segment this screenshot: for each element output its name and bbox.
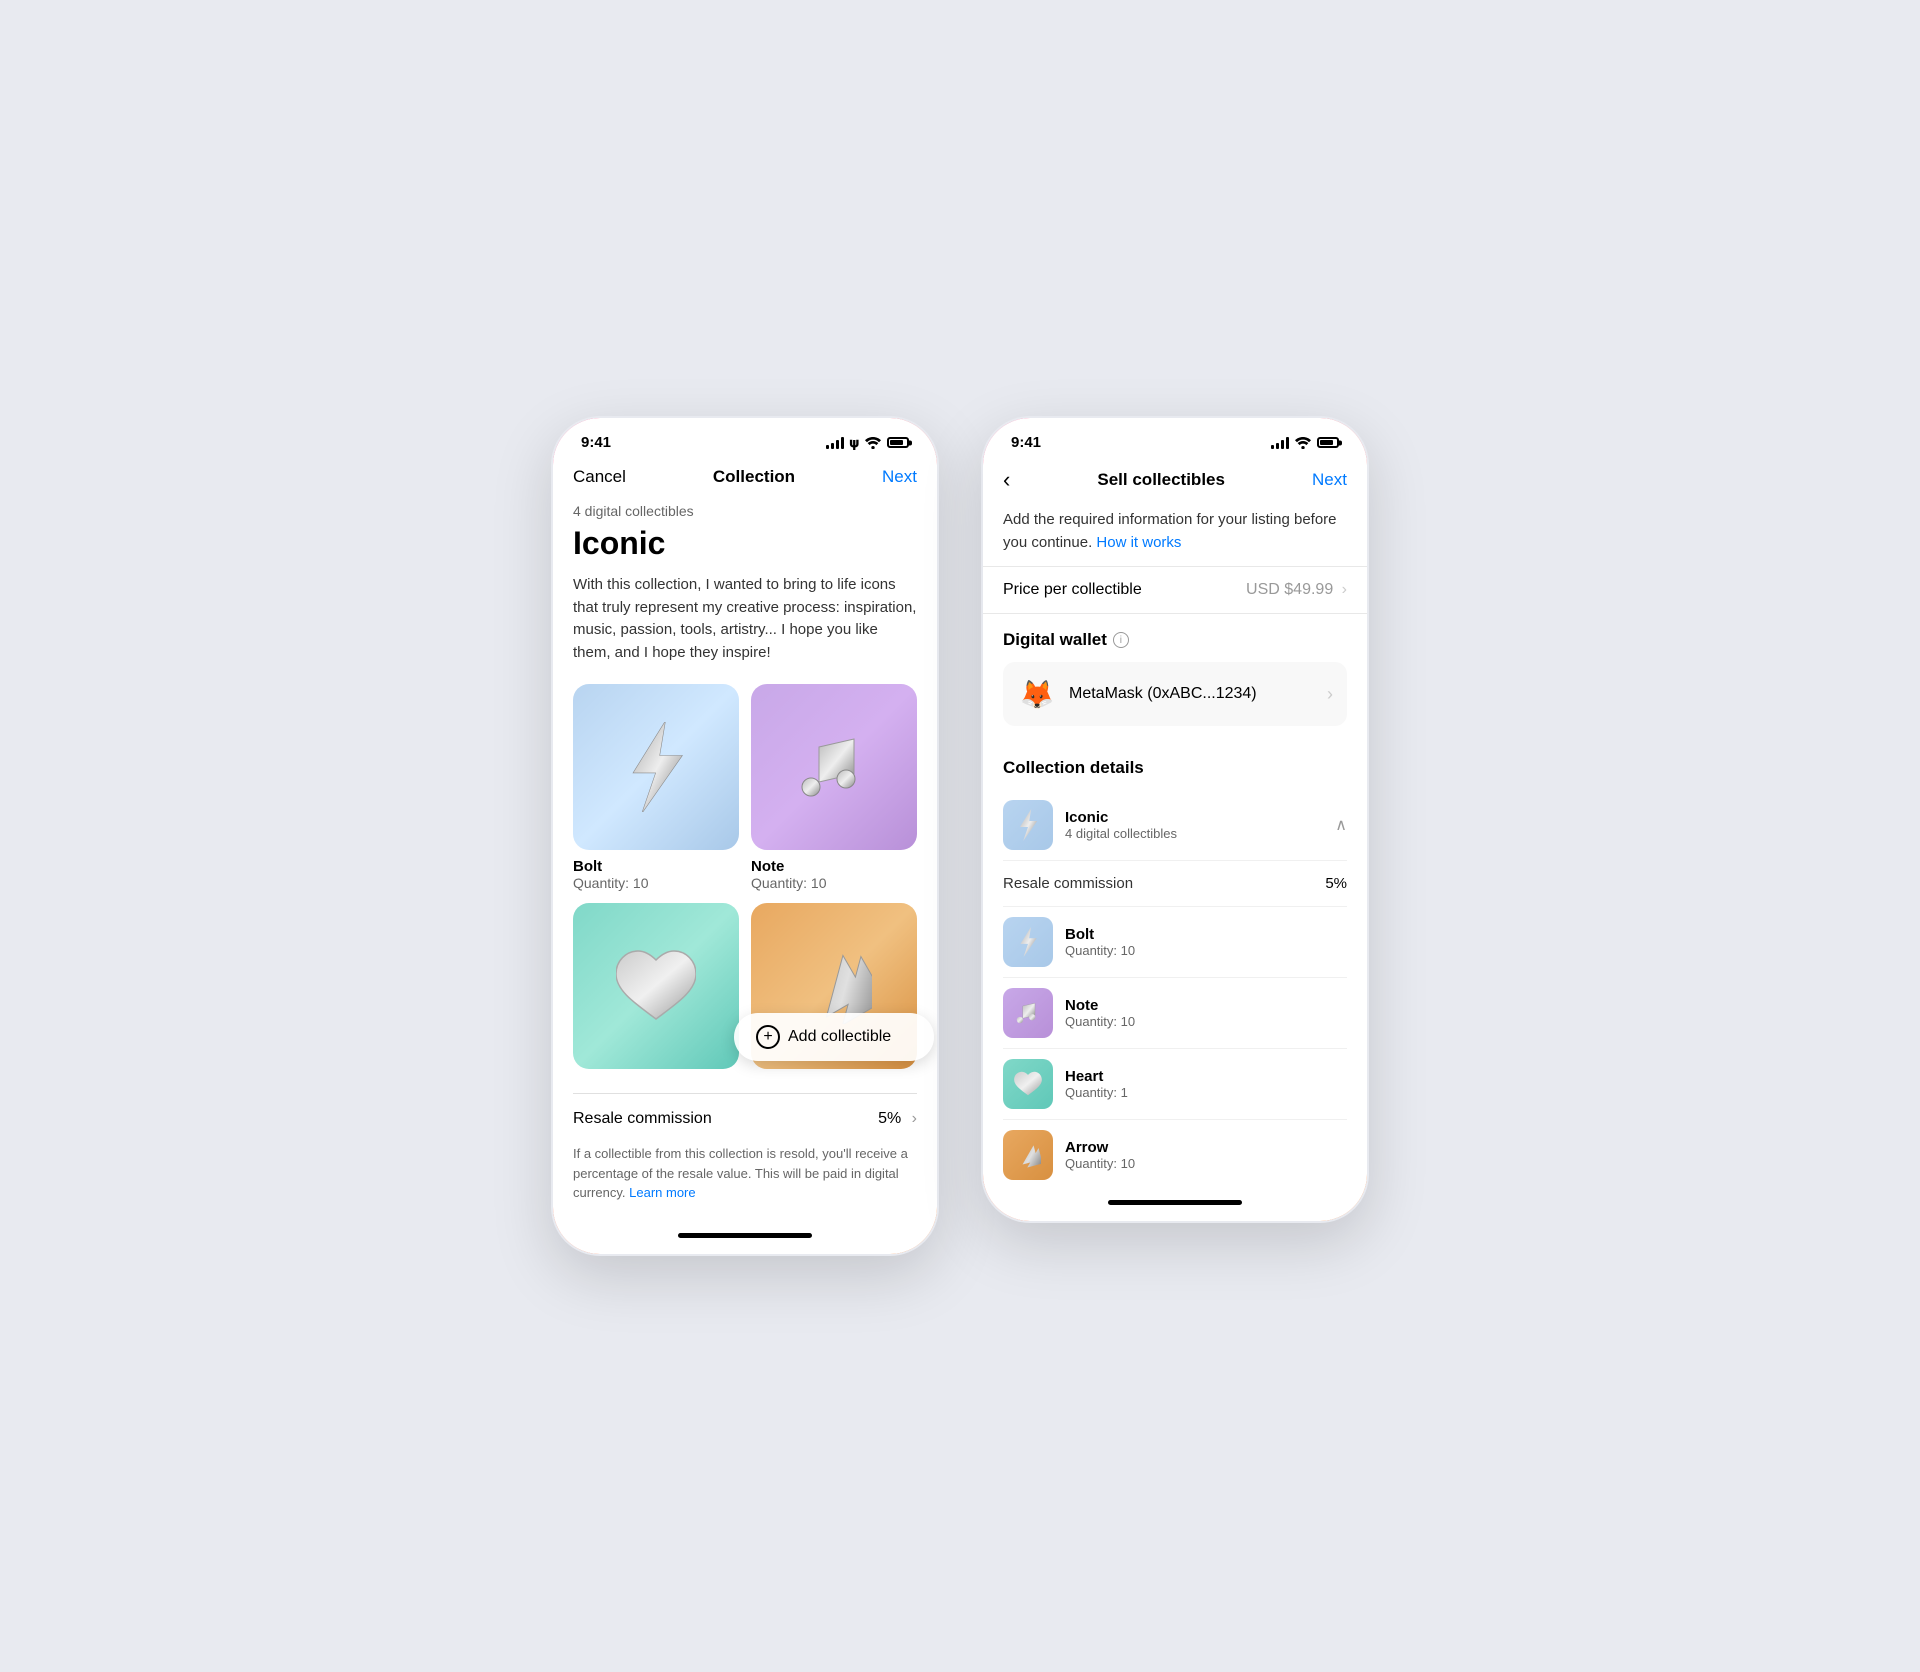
status-icons-left: 𝛙︎ <box>826 435 909 451</box>
home-indicator-left <box>678 1233 812 1238</box>
nft-info-note: Note Quantity: 10 <box>1065 997 1135 1029</box>
status-icons-right <box>1271 437 1339 449</box>
note-qty: Quantity: 10 <box>751 875 917 891</box>
price-value-group: USD $49.99 › <box>1246 581 1347 599</box>
resale-row[interactable]: Resale commission 5% › <box>573 1093 917 1144</box>
nft-item-arrow: Arrow Quantity: 10 <box>1003 1120 1347 1190</box>
cancel-button[interactable]: Cancel <box>573 467 626 487</box>
collection-description: With this collection, I wanted to bring … <box>573 574 917 664</box>
collection-title-nav: Collection <box>713 467 795 487</box>
resale-value: 5% <box>878 1110 901 1127</box>
resale-value-group: 5% › <box>878 1110 917 1128</box>
add-collectible-button[interactable]: + Add collectible <box>734 1013 934 1061</box>
collection-details-header: Collection details <box>1003 758 1347 778</box>
back-button[interactable]: ‹ <box>1003 467 1010 493</box>
nft-item-bolt: Bolt Quantity: 10 <box>1003 907 1347 978</box>
nft-info-bolt: Bolt Quantity: 10 <box>1065 926 1135 958</box>
left-phone: 9:41 𝛙︎ Cance <box>550 415 940 1257</box>
wallet-name: MetaMask (0xABC...1234) <box>1069 685 1315 703</box>
nft-thumb-arrow <box>1003 1130 1053 1180</box>
note-svg <box>794 727 874 807</box>
nft-info-arrow: Arrow Quantity: 10 <box>1065 1139 1135 1171</box>
wallet-chevron-icon: › <box>1327 684 1333 705</box>
price-chevron-icon: › <box>1342 581 1347 598</box>
note-name: Note <box>751 858 917 875</box>
nft-item-heart: Heart Quantity: 1 <box>1003 1049 1347 1120</box>
resale-label: Resale commission <box>573 1110 712 1128</box>
resale-note: If a collectible from this collection is… <box>573 1144 917 1223</box>
wifi-icon-left-svg <box>865 437 881 449</box>
iconic-collection-count: 4 digital collectibles <box>1065 826 1323 841</box>
status-bar-left: 9:41 𝛙︎ <box>553 418 937 459</box>
wallet-row[interactable]: 🦊 MetaMask (0xABC...1234) › <box>1003 662 1347 726</box>
commission-label: Resale commission <box>1003 875 1133 892</box>
info-area: Add the required information for your li… <box>983 509 1367 554</box>
bolt-svg <box>616 722 696 812</box>
learn-more-link[interactable]: Learn more <box>629 1185 695 1200</box>
nft-info-heart: Heart Quantity: 1 <box>1065 1068 1128 1100</box>
metamask-icon: 🦊 <box>1017 674 1057 714</box>
sell-title-nav: Sell collectibles <box>1097 470 1225 490</box>
commission-value: 5% <box>1325 875 1347 892</box>
battery-icon-right <box>1317 437 1339 448</box>
collectible-heart <box>573 903 739 1077</box>
status-bar-right: 9:41 <box>983 418 1367 459</box>
price-value: USD $49.99 <box>1246 581 1333 598</box>
add-circle-icon: + <box>756 1025 780 1049</box>
wallet-title-row: Digital wallet i <box>1003 630 1347 650</box>
info-icon[interactable]: i <box>1113 632 1129 648</box>
right-phone: 9:41 ‹ Sell coll <box>980 415 1370 1224</box>
add-collectible-label: Add collectible <box>788 1028 891 1046</box>
bolt-qty: Quantity: 10 <box>573 875 739 891</box>
left-phone-content: 4 digital collectibles Iconic With this … <box>553 503 937 1223</box>
nav-bar-left: Cancel Collection Next <box>553 459 937 503</box>
nft-thumb-note <box>1003 988 1053 1038</box>
how-it-works-link[interactable]: How it works <box>1096 534 1181 551</box>
bolt-image <box>573 684 739 850</box>
iconic-row[interactable]: Iconic 4 digital collectibles ∧ <box>1003 790 1347 861</box>
iconic-collection-name: Iconic <box>1065 809 1323 826</box>
commission-row: Resale commission 5% <box>1003 861 1347 907</box>
nft-item-note: Note Quantity: 10 <box>1003 978 1347 1049</box>
price-row[interactable]: Price per collectible USD $49.99 › <box>983 566 1367 614</box>
bolt-name: Bolt <box>573 858 739 875</box>
wallet-section: Digital wallet i 🦊 MetaMask (0xABC...123… <box>983 614 1367 742</box>
collection-subtitle: 4 digital collectibles <box>573 503 917 519</box>
signal-icon-right <box>1271 437 1289 449</box>
nft-thumb-bolt <box>1003 917 1053 967</box>
chevron-up-icon: ∧ <box>1335 815 1347 835</box>
wifi-icon-right-svg <box>1295 437 1311 449</box>
next-button-left[interactable]: Next <box>882 467 917 487</box>
collection-details-section: Collection details <box>983 742 1367 1190</box>
collectible-note: Note Quantity: 10 <box>751 684 917 891</box>
phones-container: 9:41 𝛙︎ Cance <box>550 415 1370 1257</box>
info-paragraph: Add the required information for your li… <box>1003 509 1347 554</box>
wallet-title-text: Digital wallet <box>1003 630 1107 650</box>
heart-image <box>573 903 739 1069</box>
home-indicator-right <box>1108 1200 1242 1205</box>
heart-svg <box>616 949 696 1024</box>
nft-thumb-heart <box>1003 1059 1053 1109</box>
time-right: 9:41 <box>1011 434 1041 451</box>
collectible-arrow-add: + Add collectible <box>751 903 917 1077</box>
signal-icon-left <box>826 437 844 449</box>
resale-chevron-icon: › <box>912 1110 917 1127</box>
note-image <box>751 684 917 850</box>
wifi-icon-left: 𝛙︎ <box>850 435 859 451</box>
next-button-right[interactable]: Next <box>1312 470 1347 490</box>
price-label: Price per collectible <box>1003 581 1142 599</box>
collectible-bolt: Bolt Quantity: 10 <box>573 684 739 891</box>
iconic-info: Iconic 4 digital collectibles <box>1065 809 1323 841</box>
iconic-thumb <box>1003 800 1053 850</box>
battery-icon-left <box>887 437 909 448</box>
collectibles-grid: Bolt Quantity: 10 <box>573 684 917 1077</box>
time-left: 9:41 <box>581 434 611 451</box>
collection-main-title: Iconic <box>573 525 917 562</box>
nav-bar-right: ‹ Sell collectibles Next <box>983 459 1367 509</box>
